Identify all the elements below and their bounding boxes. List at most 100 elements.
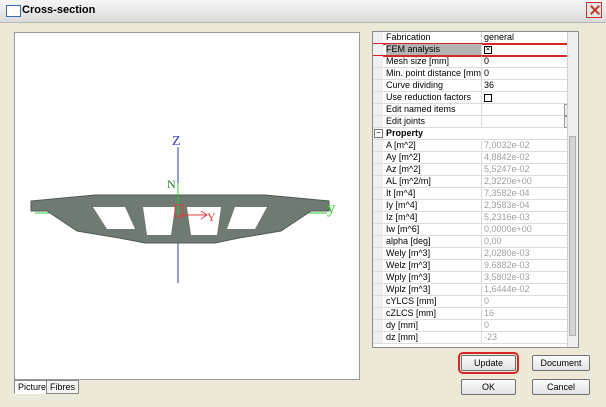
section-cell xyxy=(187,207,221,235)
cancel-button[interactable]: Cancel xyxy=(532,379,590,395)
property-value: 16 xyxy=(484,308,495,318)
property-value: 2,3583e-04 xyxy=(484,200,530,210)
update-button[interactable]: Update xyxy=(458,352,519,374)
property-label: Wplz [m^3] xyxy=(386,284,482,295)
property-value[interactable]: 36 xyxy=(482,80,578,91)
y-axis-label: y xyxy=(327,198,336,217)
section-drawing: Z y N Y xyxy=(30,134,336,283)
property-label: cYLCS [mm] xyxy=(386,296,482,307)
row-gutter xyxy=(373,140,383,151)
row-gutter xyxy=(373,32,383,43)
property-label: alpha [deg] xyxy=(386,236,482,247)
property-row[interactable]: Wely [m^3] 2,0280e-03 xyxy=(373,248,578,260)
property-label: Wely [m^3] xyxy=(386,248,482,259)
property-row[interactable]: Iw [m^6] 0,0000e+00 xyxy=(373,224,578,236)
property-row[interactable]: Az [m^2] 5,5247e-02 xyxy=(373,164,578,176)
property-row[interactable]: dz [mm] -23 xyxy=(373,332,578,344)
checkbox[interactable] xyxy=(484,46,492,54)
row-gutter xyxy=(373,164,383,175)
property-row[interactable]: A [m^2] 7,0032e-02 xyxy=(373,140,578,152)
property-value: 1,6444e-02 xyxy=(484,284,530,294)
property-row[interactable]: Wply [m^3] 3,5802e-03 xyxy=(373,272,578,284)
property-value: 5,2316e-03 xyxy=(484,212,530,222)
property-row[interactable]: cYLCS [mm] 0 xyxy=(373,296,578,308)
close-icon[interactable] xyxy=(586,2,602,18)
local-y-label: Y xyxy=(207,210,216,224)
row-gutter xyxy=(373,92,383,103)
property-row[interactable]: It [m^4] 7,3582e-04 xyxy=(373,188,578,200)
property-value[interactable]: general xyxy=(482,32,578,43)
property-row[interactable]: Mesh size [mm] 0 xyxy=(373,56,578,68)
z-axis-label: Z xyxy=(172,134,181,149)
property-label: cZLCS [mm] xyxy=(386,308,482,319)
row-gutter xyxy=(373,80,383,91)
tab-picture[interactable]: Picture xyxy=(14,380,51,394)
row-gutter xyxy=(373,320,383,331)
row-gutter xyxy=(373,284,383,295)
property-value: 2,0280e-03 xyxy=(484,248,530,258)
row-gutter xyxy=(373,152,383,163)
row-gutter xyxy=(373,116,383,127)
property-row[interactable]: Curve dividing 36 xyxy=(373,80,578,92)
window-icon xyxy=(6,5,21,17)
collapse-icon[interactable]: − xyxy=(374,129,383,138)
row-gutter xyxy=(373,296,383,307)
property-label: Iz [m^4] xyxy=(386,212,482,223)
property-row[interactable]: Wplz [m^3] 1,6444e-02 xyxy=(373,284,578,296)
scroll-thumb[interactable] xyxy=(569,136,576,336)
property-row[interactable]: cZLCS [mm] 16 xyxy=(373,308,578,320)
window-title: Cross-section xyxy=(22,4,96,16)
property-label: Use reduction factors xyxy=(386,92,482,103)
property-row[interactable]: Welz [m^3] 9,6882e-03 xyxy=(373,260,578,272)
property-row[interactable]: alpha [deg] 0,00 xyxy=(373,236,578,248)
row-gutter xyxy=(373,200,383,211)
row-gutter: − xyxy=(373,128,383,139)
property-label: Property xyxy=(386,128,424,138)
property-value: 9,6882e-03 xyxy=(484,260,530,270)
ok-button[interactable]: OK xyxy=(461,379,516,395)
property-value: 4,8842e-02 xyxy=(484,152,530,162)
grid-scrollbar[interactable] xyxy=(567,32,578,347)
property-row[interactable]: Min. point distance [mm] 0 xyxy=(373,68,578,80)
property-row[interactable]: Iy [m^4] 2,3583e-04 xyxy=(373,200,578,212)
property-row[interactable]: dy [mm] 0 xyxy=(373,320,578,332)
property-row[interactable]: FEM analysis xyxy=(373,43,578,57)
tab-fibres[interactable]: Fibres xyxy=(46,380,80,394)
property-value: 7,0032e-02 xyxy=(484,140,530,150)
section-shape xyxy=(30,194,330,244)
section-canvas[interactable]: Z y N Y xyxy=(14,32,360,380)
property-row[interactable]: Edit joints... xyxy=(373,116,578,128)
checkbox[interactable] xyxy=(484,94,492,102)
property-value[interactable] xyxy=(482,92,578,103)
row-gutter xyxy=(373,56,383,67)
property-label: It [m^4] xyxy=(386,188,482,199)
property-grid[interactable]: Fabricationgeneral▼FEM analysisMesh size… xyxy=(372,31,579,348)
property-value: 0 xyxy=(484,320,490,330)
property-value: 2,3220e+00 xyxy=(484,176,532,186)
property-row[interactable]: Edit named items... xyxy=(373,104,578,116)
property-value: 7,3582e-04 xyxy=(484,188,530,198)
row-gutter xyxy=(373,236,383,247)
property-label: AL [m^2/m] xyxy=(386,176,482,187)
row-gutter xyxy=(373,308,383,319)
property-value[interactable] xyxy=(482,44,578,55)
property-row[interactable]: Use reduction factors xyxy=(373,92,578,104)
property-label: Fabrication xyxy=(386,32,482,43)
property-label: Welz [m^3] xyxy=(386,260,482,271)
row-gutter xyxy=(373,260,383,271)
property-value[interactable]: 0 xyxy=(482,56,578,67)
property-label: Mesh size [mm] xyxy=(386,56,482,67)
property-row[interactable]: Fabricationgeneral▼ xyxy=(373,32,578,44)
property-row[interactable]: Ay [m^2] 4,8842e-02 xyxy=(373,152,578,164)
n-label: N xyxy=(167,177,176,191)
property-value[interactable]: 0 xyxy=(482,68,578,79)
property-label: Min. point distance [mm] xyxy=(386,68,482,79)
property-row[interactable]: − Property xyxy=(373,128,578,140)
row-gutter xyxy=(373,224,383,235)
property-row[interactable]: Iz [m^4] 5,2316e-03 xyxy=(373,212,578,224)
document-button[interactable]: Document xyxy=(532,355,590,371)
property-label: Edit joints xyxy=(386,116,482,127)
property-row[interactable]: AL [m^2/m] 2,3220e+00 xyxy=(373,176,578,188)
property-label: Iy [m^4] xyxy=(386,200,482,211)
row-gutter xyxy=(373,176,383,187)
